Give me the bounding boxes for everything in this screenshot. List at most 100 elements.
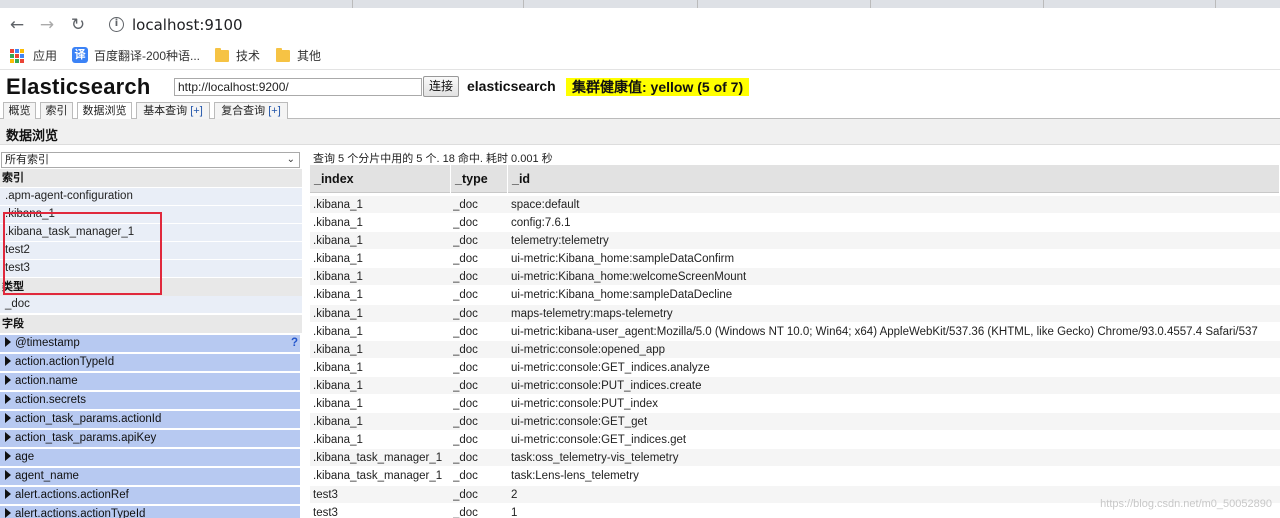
table-row[interactable]: .kibana_1 _doc ui-metric:console:GET_get — [310, 413, 1280, 432]
cell-id: ui-metric:console:PUT_indices.create — [511, 379, 702, 392]
cell-index: .kibana_1 — [313, 253, 363, 266]
triangle-right-icon — [5, 394, 11, 404]
cell-type: _doc — [453, 235, 478, 248]
field-item-label: action_task_params.apiKey — [15, 432, 157, 444]
cell-id: ui-metric:Kibana_home:sampleDataDecline — [511, 289, 733, 302]
bookmark-folder-other[interactable]: 其他 — [297, 48, 321, 64]
triangle-right-icon — [5, 356, 11, 366]
table-row[interactable]: .kibana_1 _doc ui-metric:console:GET_indic… — [310, 358, 1280, 377]
info-icon[interactable]: i — [109, 17, 124, 32]
tab-compound-query[interactable]: 复合查询 [+] — [214, 102, 288, 119]
table-row[interactable]: .kibana_1 _doc config:7.6.1 — [310, 214, 1280, 233]
arrow-left-icon[interactable]: ← — [6, 14, 28, 36]
bookmark-fanyi[interactable]: 百度翻译-200种语... — [94, 48, 200, 64]
table-row[interactable]: .kibana_1 _doc ui-metric:console:opened_ap… — [310, 340, 1280, 359]
cell-id: task:oss_telemetry-vis_telemetry — [511, 452, 679, 465]
table-row[interactable]: .kibana_1 _doc ui-metric:Kibana_home:welco… — [310, 268, 1280, 287]
watermark-text: https://blog.csdn.net/m0_50052890 — [1100, 498, 1272, 510]
field-item[interactable]: action.actionTypeId — [0, 354, 300, 372]
triangle-right-icon — [5, 470, 11, 480]
highlight-annotation-box — [3, 212, 162, 295]
field-item-label: action.name — [15, 375, 78, 387]
index-item[interactable]: .apm-agent-configuration — [0, 188, 302, 206]
field-item-label: age — [15, 451, 35, 463]
cluster-name: elasticsearch — [467, 78, 556, 94]
table-row[interactable]: .kibana_1 _doc telemetry:telemetry — [310, 232, 1280, 251]
cell-id: telemetry:telemetry — [511, 235, 609, 248]
cell-type: _doc — [453, 379, 478, 392]
arrow-right-icon[interactable]: → — [36, 14, 58, 36]
tab-data-browse[interactable]: 数据浏览 — [77, 102, 132, 120]
tab-separator — [1215, 0, 1216, 8]
bookmark-folder-tech[interactable]: 技术 — [236, 48, 260, 64]
cell-type: _doc — [453, 398, 478, 411]
triangle-right-icon — [5, 489, 11, 499]
cell-id: maps-telemetry:maps-telemetry — [511, 307, 673, 320]
index-group-header: 索引 — [0, 169, 302, 187]
main-tabs: 概览 索引 数据浏览 基本查询 [+] 复合查询 [+] — [0, 101, 1280, 120]
reload-icon[interactable]: ↻ — [67, 14, 89, 36]
tab-basic-query[interactable]: 基本查询 [+] — [136, 102, 210, 119]
url-field[interactable]: localhost:9100 — [132, 16, 243, 34]
field-item[interactable]: age — [0, 449, 300, 467]
apps-grid-icon — [10, 49, 24, 63]
column-header-type[interactable]: _type — [451, 165, 508, 193]
tab-overview[interactable]: 概览 — [3, 102, 36, 119]
cell-index: .kibana_1 — [313, 434, 363, 447]
field-item[interactable]: agent_name — [0, 468, 300, 486]
cell-type: _doc — [453, 271, 478, 284]
tab-compound-query-label: 复合查询 — [221, 105, 266, 117]
tab-separator — [697, 0, 698, 8]
tab-indices[interactable]: 索引 — [40, 102, 73, 119]
cell-index: .kibana_1 — [313, 343, 363, 356]
cell-index: .kibana_1 — [313, 307, 363, 320]
field-item[interactable]: action_task_params.apiKey — [0, 430, 300, 448]
tab-basic-query-label: 基本查询 — [143, 105, 188, 117]
type-item[interactable]: _doc — [0, 296, 302, 314]
index-select[interactable]: 所有索引 ⌄ — [1, 152, 300, 168]
connect-url-input[interactable] — [174, 78, 422, 96]
cell-type: _doc — [453, 361, 478, 374]
table-row[interactable]: .kibana_1 _doc ui-metric:kibana-user_agent… — [310, 322, 1280, 341]
cell-index: .kibana_1 — [313, 235, 363, 248]
cell-id: ui-metric:console:PUT_index — [511, 398, 659, 411]
column-header-id[interactable]: _id — [508, 165, 1280, 193]
table-row[interactable]: .kibana_1 _doc ui-metric:Kibana_home:sampl… — [310, 286, 1280, 305]
connect-button[interactable]: 连接 — [423, 76, 459, 97]
table-row[interactable]: .kibana_task_manager_1 _doc task:Lens-lens… — [310, 467, 1280, 486]
cell-index: .kibana_task_manager_1 — [313, 470, 443, 483]
field-item-label: alert.actions.actionRef — [15, 489, 129, 501]
table-row[interactable]: .kibana_1 _doc ui-metric:console:PUT_indic… — [310, 376, 1280, 396]
field-item-label: alert.actions.actionTypeId — [15, 508, 146, 518]
cell-index: test3 — [313, 488, 338, 501]
table-row[interactable]: .kibana_1 _doc ui-metric:Kibana_home:sampl… — [310, 250, 1280, 269]
cell-type: _doc — [453, 416, 478, 429]
table-row[interactable]: .kibana_task_manager_1 _doc task:oss_telem… — [310, 449, 1280, 468]
table-row[interactable]: .kibana_1 _doc space:default — [310, 196, 1280, 215]
cell-id: ui-metric:console:GET_get — [511, 416, 648, 429]
table-row[interactable]: .kibana_1 _doc maps-telemetry:maps-telemet… — [310, 304, 1280, 323]
triangle-right-icon — [5, 375, 11, 385]
column-header-index[interactable]: _index — [310, 165, 451, 193]
cell-type: _doc — [453, 452, 478, 465]
field-item[interactable]: alert.actions.actionRef — [0, 487, 300, 505]
cell-index: .kibana_task_manager_1 — [313, 452, 443, 465]
field-group-header: 字段 — [0, 315, 302, 333]
tab-basic-query-plus: [+] — [190, 105, 203, 117]
app-logo: Elasticsearch — [6, 74, 151, 99]
field-item[interactable]: alert.actions.actionTypeId — [0, 506, 300, 518]
field-item[interactable]: action_task_params.actionId — [0, 411, 300, 429]
results-table-body: .kibana_1 _doc space:default .kibana_1 _doc c… — [310, 196, 1280, 518]
bookmarks-bar: 应用 译 百度翻译-200种语... 技术 其他 — [0, 42, 1280, 70]
bookmark-apps[interactable]: 应用 — [33, 48, 57, 64]
field-item[interactable]: action.secrets — [0, 392, 300, 410]
table-row[interactable]: .kibana_1 _doc ui-metric:console:GET_indic… — [310, 431, 1280, 450]
field-item[interactable]: action.name — [0, 373, 300, 391]
section-title: 数据浏览 — [6, 128, 59, 143]
triangle-right-icon — [5, 413, 11, 423]
field-item[interactable]: @timestamp? — [0, 335, 300, 353]
cell-index: test3 — [313, 506, 338, 518]
table-row[interactable]: .kibana_1 _doc ui-metric:console:PUT_index — [310, 395, 1280, 414]
help-icon[interactable]: ? — [291, 335, 298, 352]
folder-icon — [215, 48, 229, 62]
